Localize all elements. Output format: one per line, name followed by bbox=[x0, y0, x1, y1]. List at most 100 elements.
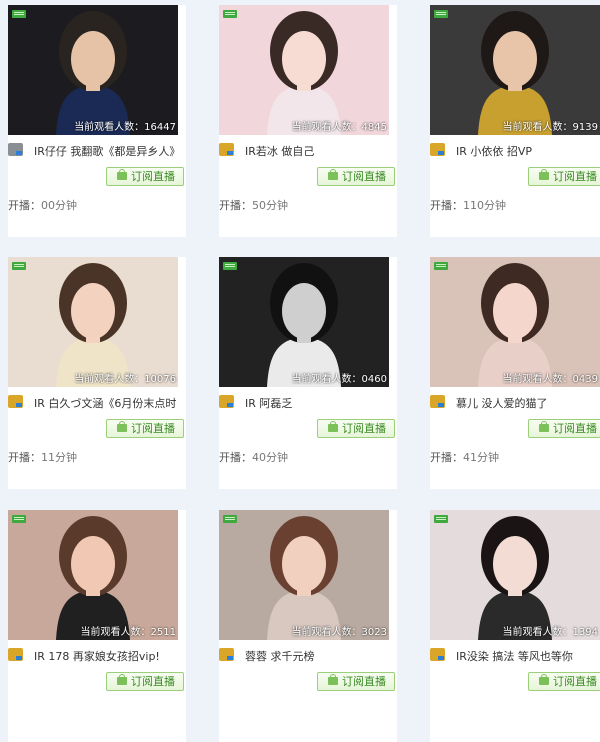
duration-value: 40分钟 bbox=[252, 451, 288, 464]
stream-card[interactable]: 当前观看人数：10076 IR 白久づ文涵《6月份末点时订阅直播开播：11分钟 bbox=[8, 257, 186, 489]
stream-title[interactable]: IR 178 再家娘女孩招vip! bbox=[34, 648, 184, 664]
thumbnail-image bbox=[219, 5, 389, 135]
subscribe-button[interactable]: 订阅直播 bbox=[317, 672, 395, 691]
streamer-level-icon bbox=[219, 395, 234, 408]
live-badge-icon bbox=[434, 262, 448, 270]
subscribe-button[interactable]: 订阅直播 bbox=[317, 419, 395, 438]
subscribe-label: 订阅直播 bbox=[553, 675, 597, 688]
subscribe-label: 订阅直播 bbox=[131, 675, 175, 688]
stream-card[interactable]: 当前观看人数：0439 慕儿 没人爱的猫了订阅直播开播：41分钟 bbox=[430, 257, 600, 489]
live-badge-icon bbox=[434, 10, 448, 18]
stream-card[interactable]: 当前观看人数：3023 蓉蓉 求千元榜订阅直播 bbox=[219, 510, 397, 742]
subscribe-button[interactable]: 订阅直播 bbox=[528, 167, 600, 186]
stream-card[interactable]: 当前观看人数：16447 IR仔仔 我翻歌《都是异乡人》 订阅直播 开播：00分钟 bbox=[8, 5, 186, 237]
duration-label: 开播： bbox=[430, 199, 463, 212]
bag-icon bbox=[328, 169, 338, 180]
thumbnail-image bbox=[430, 257, 600, 387]
bag-icon bbox=[328, 674, 338, 685]
live-badge-icon bbox=[223, 10, 237, 18]
duration-label: 开播： bbox=[8, 451, 41, 464]
stream-duration: 开播：50分钟 bbox=[219, 197, 288, 213]
duration-value: 50分钟 bbox=[252, 199, 288, 212]
stream-card[interactable]: 当前观看人数：2511 IR 178 再家娘女孩招vip! 订阅直播 bbox=[8, 510, 186, 742]
subscribe-button[interactable]: 订阅直播 bbox=[106, 167, 184, 186]
viewer-count: 当前观看人数：0460 bbox=[291, 374, 387, 385]
streamer-level-icon bbox=[219, 648, 234, 661]
bag-icon bbox=[117, 421, 127, 432]
subscribe-button[interactable]: 订阅直播 bbox=[106, 419, 184, 438]
bag-icon bbox=[539, 674, 549, 685]
stream-title[interactable]: IR 阿磊乏 bbox=[245, 395, 395, 411]
viewer-count: 当前观看人数：2511 bbox=[80, 627, 176, 638]
stream-thumbnail[interactable]: 当前观看人数：16447 bbox=[8, 5, 178, 135]
stream-title[interactable]: 蓉蓉 求千元榜 bbox=[245, 648, 395, 664]
stream-thumbnail[interactable]: 当前观看人数：2511 bbox=[8, 510, 178, 640]
stream-duration: 开播：40分钟 bbox=[219, 449, 288, 465]
stream-card[interactable]: 当前观看人数：1394 IR没染 搞法 等风也等你订阅直播 bbox=[430, 510, 600, 742]
subscribe-label: 订阅直播 bbox=[342, 170, 386, 183]
viewer-count: 当前观看人数：9139 bbox=[502, 122, 598, 133]
bag-icon bbox=[539, 169, 549, 180]
streamer-level-icon bbox=[8, 648, 23, 661]
duration-value: 11分钟 bbox=[41, 451, 77, 464]
stream-thumbnail[interactable]: 当前观看人数：10076 bbox=[8, 257, 178, 387]
bag-icon bbox=[539, 421, 549, 432]
stream-duration: 开播：11分钟 bbox=[8, 449, 77, 465]
stream-title[interactable]: 慕儿 没人爱的猫了 bbox=[456, 395, 600, 411]
subscribe-button[interactable]: 订阅直播 bbox=[528, 419, 600, 438]
subscribe-button[interactable]: 订阅直播 bbox=[528, 672, 600, 691]
subscribe-label: 订阅直播 bbox=[131, 170, 175, 183]
streamer-level-icon bbox=[430, 648, 445, 661]
stream-title[interactable]: IR仔仔 我翻歌《都是异乡人》 bbox=[34, 143, 184, 159]
subscribe-button[interactable]: 订阅直播 bbox=[106, 672, 184, 691]
stream-duration: 开播：41分钟 bbox=[430, 449, 499, 465]
live-badge-icon bbox=[12, 262, 26, 270]
viewer-count: 当前观看人数：10076 bbox=[74, 374, 176, 385]
stream-title[interactable]: IR若冰 做自己 bbox=[245, 143, 395, 159]
subscribe-label: 订阅直播 bbox=[342, 675, 386, 688]
subscribe-button[interactable]: 订阅直播 bbox=[317, 167, 395, 186]
stream-title[interactable]: IR 白久づ文涵《6月份末点时 bbox=[34, 395, 184, 411]
subscribe-label: 订阅直播 bbox=[553, 170, 597, 183]
viewer-count: 当前观看人数：3023 bbox=[291, 627, 387, 638]
stream-card[interactable]: 当前观看人数：9139 IR 小依依 招VP 订阅直播开播：110分钟 bbox=[430, 5, 600, 237]
viewer-count: 当前观看人数：16447 bbox=[74, 122, 176, 133]
duration-value: 110分钟 bbox=[463, 199, 506, 212]
stream-card[interactable]: 当前观看人数：0460 IR 阿磊乏订阅直播开播：40分钟 bbox=[219, 257, 397, 489]
stream-thumbnail[interactable]: 当前观看人数：1394 bbox=[430, 510, 600, 640]
stream-thumbnail[interactable]: 当前观看人数：0460 bbox=[219, 257, 389, 387]
thumbnail-image bbox=[430, 510, 600, 640]
stream-thumbnail[interactable]: 当前观看人数：3023 bbox=[219, 510, 389, 640]
stream-title[interactable]: IR没染 搞法 等风也等你 bbox=[456, 648, 600, 664]
bag-icon bbox=[117, 169, 127, 180]
thumbnail-image bbox=[430, 5, 600, 135]
streamer-level-icon bbox=[8, 143, 23, 156]
duration-label: 开播： bbox=[430, 451, 463, 464]
stream-title[interactable]: IR 小依依 招VP bbox=[456, 143, 600, 159]
streamer-level-icon bbox=[219, 143, 234, 156]
streamer-level-icon bbox=[430, 395, 445, 408]
live-badge-icon bbox=[223, 262, 237, 270]
thumbnail-image bbox=[219, 510, 389, 640]
bag-icon bbox=[117, 674, 127, 685]
stream-thumbnail[interactable]: 当前观看人数：9139 bbox=[430, 5, 600, 135]
viewer-count: 当前观看人数：4845 bbox=[291, 122, 387, 133]
streamer-level-icon bbox=[430, 143, 445, 156]
live-badge-icon bbox=[223, 515, 237, 523]
duration-value: 00分钟 bbox=[41, 199, 77, 212]
stream-thumbnail[interactable]: 当前观看人数：0439 bbox=[430, 257, 600, 387]
streamer-level-icon bbox=[8, 395, 23, 408]
stream-card[interactable]: 当前观看人数：4845 IR若冰 做自己订阅直播开播：50分钟 bbox=[219, 5, 397, 237]
subscribe-label: 订阅直播 bbox=[553, 422, 597, 435]
bag-icon bbox=[328, 421, 338, 432]
viewer-count: 当前观看人数：1394 bbox=[502, 627, 598, 638]
subscribe-label: 订阅直播 bbox=[342, 422, 386, 435]
stream-grid: 当前观看人数：16447 IR仔仔 我翻歌《都是异乡人》 订阅直播 开播：00分钟 当前… bbox=[0, 0, 600, 742]
stream-thumbnail[interactable]: 当前观看人数：4845 bbox=[219, 5, 389, 135]
thumbnail-image bbox=[219, 257, 389, 387]
thumbnail-image bbox=[8, 510, 178, 640]
thumbnail-image bbox=[8, 257, 178, 387]
duration-label: 开播： bbox=[219, 199, 252, 212]
stream-duration: 开播：110分钟 bbox=[430, 197, 506, 213]
live-badge-icon bbox=[12, 515, 26, 523]
